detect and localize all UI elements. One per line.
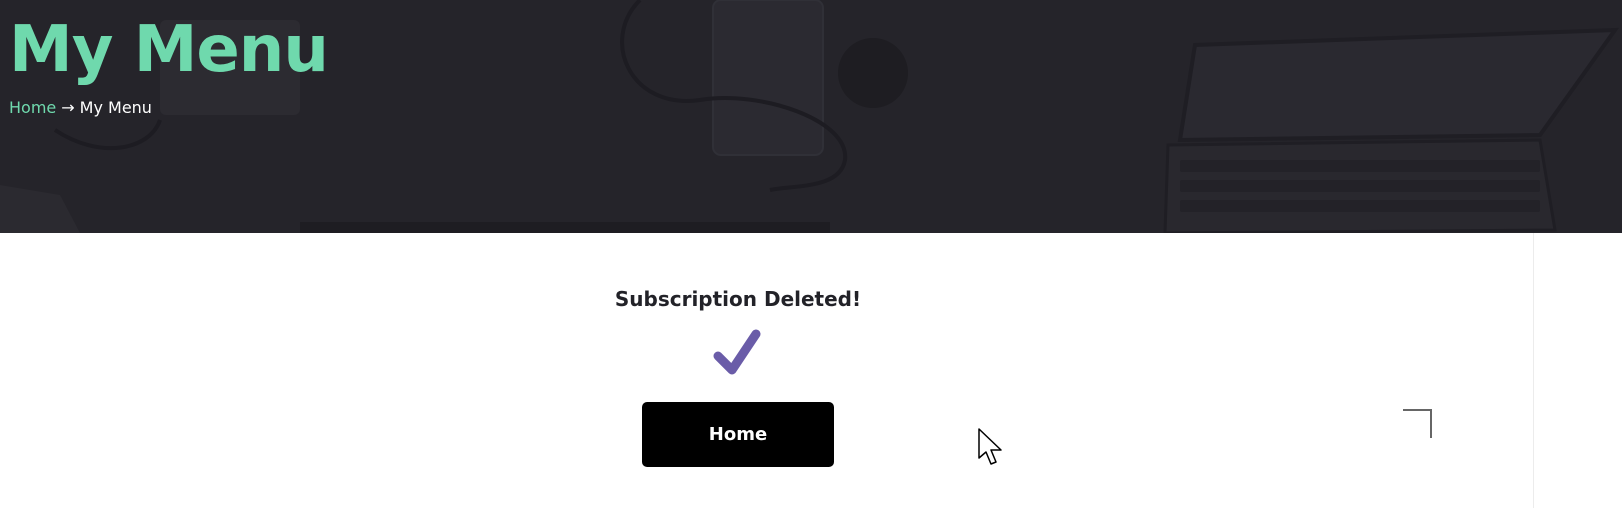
breadcrumb: Home → My Menu bbox=[9, 97, 152, 119]
corner-bracket-icon bbox=[1403, 409, 1432, 438]
page-hero-banner: My Menu Home → My Menu bbox=[0, 0, 1622, 233]
breadcrumb-home-link[interactable]: Home bbox=[9, 98, 56, 117]
main-content: Subscription Deleted! Home bbox=[0, 233, 1533, 508]
right-sidebar-area bbox=[1533, 233, 1622, 508]
home-button[interactable]: Home bbox=[642, 402, 834, 467]
breadcrumb-current-page: My Menu bbox=[79, 98, 152, 117]
page-title: My Menu bbox=[9, 13, 329, 87]
checkmark-icon bbox=[713, 329, 761, 375]
breadcrumb-arrow-icon: → bbox=[61, 98, 75, 117]
status-heading: Subscription Deleted! bbox=[614, 287, 862, 311]
mouse-cursor-icon bbox=[978, 428, 1002, 465]
